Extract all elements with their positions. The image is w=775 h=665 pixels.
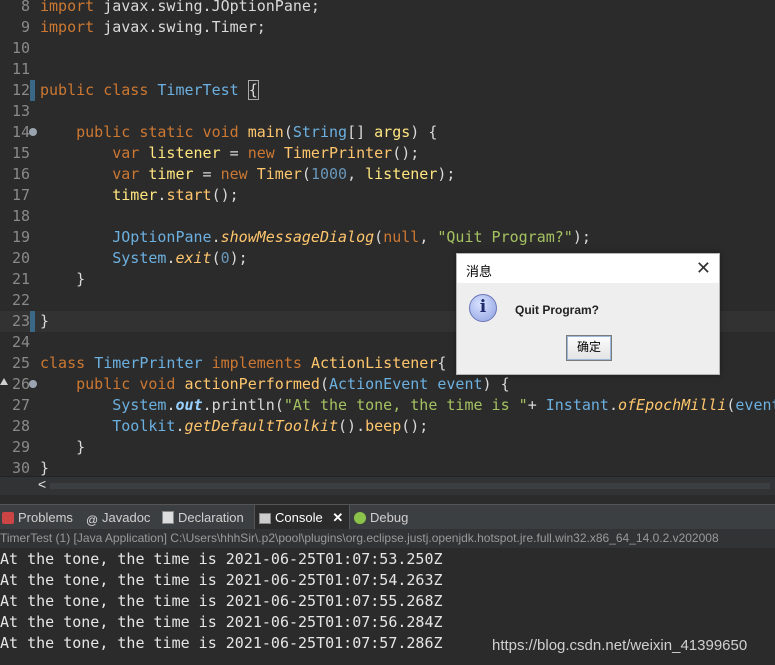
code-text: class TimerPrinter implements ActionList… bbox=[40, 354, 447, 372]
horizontal-scrollbar[interactable]: < bbox=[0, 476, 775, 495]
problems-icon bbox=[2, 512, 14, 524]
code-text: var listener = new TimerPrinter(); bbox=[112, 144, 420, 162]
code-line: 29 } bbox=[0, 437, 775, 458]
line-number: 27 bbox=[11, 396, 30, 414]
code-text: } bbox=[40, 270, 86, 288]
ok-button[interactable]: 确定 bbox=[566, 335, 612, 361]
code-text: public static void main(String[] args) { bbox=[76, 123, 438, 141]
dialog-titlebar[interactable]: 消息 ✕ bbox=[457, 254, 719, 283]
view-tab-bar: Problems @ Javadoc Declaration Console ✕ … bbox=[0, 504, 775, 530]
code-line: 13 bbox=[0, 101, 775, 122]
code-editor[interactable]: 8 import javax.swing.JOptionPane; 9 impo… bbox=[0, 0, 775, 476]
tab-problems[interactable]: Problems bbox=[0, 505, 79, 530]
scroll-left-icon[interactable]: < bbox=[38, 476, 46, 492]
message-dialog: 消息 ✕ i Quit Program? 确定 bbox=[456, 253, 720, 375]
dialog-message: Quit Program? bbox=[515, 303, 600, 317]
code-line: 18 bbox=[0, 206, 775, 227]
code-text: import javax.swing.Timer; bbox=[40, 18, 266, 36]
fold-icon[interactable] bbox=[29, 380, 37, 388]
watermark: https://blog.csdn.net/weixin_41399650 bbox=[492, 637, 748, 654]
code-text: var timer = new Timer(1000, listener); bbox=[112, 165, 456, 183]
code-text: JOptionPane.showMessageDialog(null, "Qui… bbox=[112, 228, 591, 246]
code-text: } bbox=[40, 438, 86, 456]
line-number: 28 bbox=[11, 417, 30, 435]
code-line: 11 bbox=[0, 59, 775, 80]
javadoc-icon: @ bbox=[86, 513, 99, 527]
fold-icon[interactable] bbox=[29, 128, 37, 136]
line-number: 8 bbox=[20, 0, 30, 15]
tab-console[interactable]: Console ✕ bbox=[254, 505, 351, 530]
line-number: 10 bbox=[11, 39, 30, 57]
console-line: At the tone, the time is 2021-06-25T01:0… bbox=[0, 634, 443, 652]
code-line: 30 } bbox=[0, 458, 775, 476]
code-text: } bbox=[40, 459, 50, 476]
console-line: At the tone, the time is 2021-06-25T01:0… bbox=[0, 613, 443, 631]
line-number: 9 bbox=[20, 18, 30, 36]
code-line: 8 import javax.swing.JOptionPane; bbox=[0, 0, 775, 17]
tab-javadoc[interactable]: @ Javadoc bbox=[84, 505, 156, 530]
line-number: 19 bbox=[11, 228, 30, 246]
code-line: 16 var timer = new Timer(1000, listener)… bbox=[0, 164, 775, 185]
code-line: 15 var listener = new TimerPrinter(); bbox=[0, 143, 775, 164]
code-line: 19 JOptionPane.showMessageDialog(null, "… bbox=[0, 227, 775, 248]
line-number: 16 bbox=[11, 165, 30, 183]
code-line: 26 public void actionPerformed(ActionEve… bbox=[0, 374, 775, 395]
scroll-track[interactable] bbox=[50, 483, 770, 489]
line-number: 26 bbox=[11, 375, 30, 393]
console-line: At the tone, the time is 2021-06-25T01:0… bbox=[0, 550, 443, 568]
close-icon[interactable]: ✕ bbox=[696, 258, 711, 278]
line-number: 25 bbox=[11, 354, 30, 372]
occurrence-marker bbox=[30, 80, 35, 101]
line-number: 18 bbox=[11, 207, 30, 225]
line-number: 20 bbox=[11, 249, 30, 267]
code-line: 17 timer.start(); bbox=[0, 185, 775, 206]
dialog-title: 消息 bbox=[466, 264, 493, 279]
console-line: At the tone, the time is 2021-06-25T01:0… bbox=[0, 571, 443, 589]
line-number: 30 bbox=[11, 459, 30, 476]
line-number: 23 bbox=[11, 312, 30, 330]
tab-debug[interactable]: Debug bbox=[352, 505, 414, 530]
code-text: public class TimerTest { bbox=[40, 80, 259, 100]
line-number: 15 bbox=[11, 144, 30, 162]
code-line: 10 bbox=[0, 38, 775, 59]
code-line: 14 public static void main(String[] args… bbox=[0, 122, 775, 143]
line-number: 12 bbox=[11, 81, 30, 99]
info-icon: i bbox=[469, 294, 497, 322]
code-text: Toolkit.getDefaultToolkit().beep(); bbox=[112, 417, 429, 435]
code-text: timer.start(); bbox=[112, 186, 239, 204]
line-number: 29 bbox=[11, 438, 30, 456]
debug-icon bbox=[354, 512, 366, 524]
line-number: 14 bbox=[11, 123, 30, 141]
console-icon bbox=[259, 513, 271, 524]
line-number: 21 bbox=[11, 270, 30, 288]
code-text: System.exit(0); bbox=[112, 249, 248, 267]
code-line: 28 Toolkit.getDefaultToolkit().beep(); bbox=[0, 416, 775, 437]
line-number: 24 bbox=[11, 333, 30, 351]
declaration-icon bbox=[162, 511, 174, 524]
line-number: 13 bbox=[11, 102, 30, 120]
occurrence-marker bbox=[30, 311, 35, 332]
console-launch-label: TimerTest (1) [Java Application] C:\User… bbox=[0, 529, 775, 548]
code-line: 12 public class TimerTest { bbox=[0, 80, 775, 101]
code-text: System.out.println("At the tone, the tim… bbox=[112, 396, 775, 414]
code-text: import javax.swing.JOptionPane; bbox=[40, 0, 320, 15]
line-number: 22 bbox=[11, 291, 30, 309]
console-line: At the tone, the time is 2021-06-25T01:0… bbox=[0, 592, 443, 610]
code-line: 9 import javax.swing.Timer; bbox=[0, 17, 775, 38]
close-icon[interactable]: ✕ bbox=[332, 510, 343, 525]
code-text: } bbox=[40, 312, 50, 330]
code-text: public void actionPerformed(ActionEvent … bbox=[76, 375, 510, 393]
code-line: 27 System.out.println("At the tone, the … bbox=[0, 395, 775, 416]
line-number: 11 bbox=[11, 60, 30, 78]
line-number: 17 bbox=[11, 186, 30, 204]
tab-declaration[interactable]: Declaration bbox=[160, 505, 250, 530]
